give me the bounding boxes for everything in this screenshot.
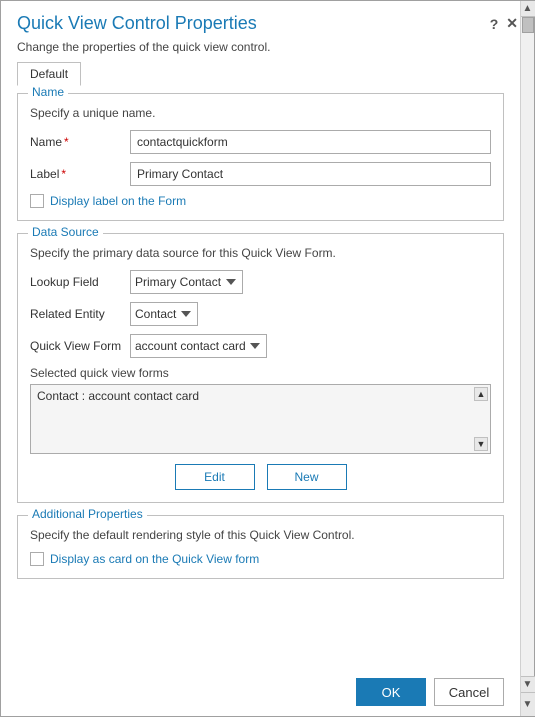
label-input[interactable] <box>130 162 491 186</box>
dialog-subtitle: Change the properties of the quick view … <box>1 38 534 62</box>
quick-view-form-row: Quick View Form account contact card <box>30 334 491 358</box>
lookup-field-label: Lookup Field <box>30 275 130 289</box>
quick-view-form-label: Quick View Form <box>30 339 130 353</box>
label-row: Label * <box>30 162 491 186</box>
scroll-up-arrow[interactable]: ▲ <box>521 1 535 17</box>
new-button[interactable]: New <box>267 464 347 490</box>
dialog: ▲ ▼ ▼ Quick View Control Properties ? ✕ … <box>0 0 535 717</box>
datasource-description: Specify the primary data source for this… <box>30 246 491 260</box>
ok-button[interactable]: OK <box>356 678 426 706</box>
additional-section-legend: Additional Properties <box>28 507 147 521</box>
datasource-section-legend: Data Source <box>28 225 103 239</box>
display-as-card-checkbox[interactable] <box>30 552 44 566</box>
label-required: * <box>61 167 66 181</box>
additional-section: Additional Properties Specify the defaul… <box>17 515 504 579</box>
display-as-card-row: Display as card on the Quick View form <box>30 552 491 566</box>
display-as-card-text[interactable]: Display as card on the Quick View form <box>50 552 259 566</box>
datasource-section: Data Source Specify the primary data sou… <box>17 233 504 503</box>
scrollbar[interactable]: ▲ ▼ ▼ <box>520 1 534 716</box>
additional-description: Specify the default rendering style of t… <box>30 528 491 542</box>
close-icon[interactable]: ✕ <box>506 15 518 32</box>
label-label: Label * <box>30 167 130 181</box>
tab-bar: Default <box>17 62 504 85</box>
scroll-bottom-arrow[interactable]: ▼ <box>521 692 535 716</box>
related-entity-row: Related Entity Contact <box>30 302 491 326</box>
edit-new-row: Edit New <box>30 464 491 490</box>
selected-forms-box: Contact : account contact card ▲ ▼ <box>30 384 491 454</box>
tab-default[interactable]: Default <box>17 62 81 86</box>
name-required: * <box>64 135 69 149</box>
scroll-thumb[interactable] <box>522 17 534 33</box>
display-label-text[interactable]: Display label on the Form <box>50 194 186 208</box>
dialog-footer: OK Cancel <box>1 668 520 716</box>
name-section-legend: Name <box>28 85 68 99</box>
quick-view-form-select[interactable]: account contact card <box>130 334 267 358</box>
name-label: Name * <box>30 135 130 149</box>
related-entity-wrapper: Contact <box>130 302 491 326</box>
dialog-title: Quick View Control Properties <box>17 13 490 34</box>
header-icons: ? ✕ <box>490 15 518 32</box>
display-label-checkbox[interactable] <box>30 194 44 208</box>
forms-scroll-down[interactable]: ▼ <box>474 437 488 451</box>
name-input[interactable] <box>130 130 491 154</box>
lookup-field-row: Lookup Field Primary Contact <box>30 270 491 294</box>
selected-forms-label: Selected quick view forms <box>30 366 491 380</box>
selected-form-item: Contact : account contact card <box>37 389 199 403</box>
related-entity-label: Related Entity <box>30 307 130 321</box>
quick-view-form-wrapper: account contact card <box>130 334 491 358</box>
edit-button[interactable]: Edit <box>175 464 255 490</box>
name-row: Name * <box>30 130 491 154</box>
dialog-header: Quick View Control Properties ? ✕ <box>1 1 534 38</box>
help-icon[interactable]: ? <box>490 16 499 32</box>
cancel-button[interactable]: Cancel <box>434 678 504 706</box>
lookup-field-wrapper: Primary Contact <box>130 270 491 294</box>
display-label-row: Display label on the Form <box>30 194 491 208</box>
dialog-content: Default Name Specify a unique name. Name… <box>1 62 520 668</box>
scroll-down-arrow[interactable]: ▼ <box>521 676 535 692</box>
name-section: Name Specify a unique name. Name * Label… <box>17 93 504 221</box>
name-section-description: Specify a unique name. <box>30 106 491 120</box>
forms-scroll-up[interactable]: ▲ <box>474 387 488 401</box>
lookup-field-select[interactable]: Primary Contact <box>130 270 243 294</box>
related-entity-select[interactable]: Contact <box>130 302 198 326</box>
